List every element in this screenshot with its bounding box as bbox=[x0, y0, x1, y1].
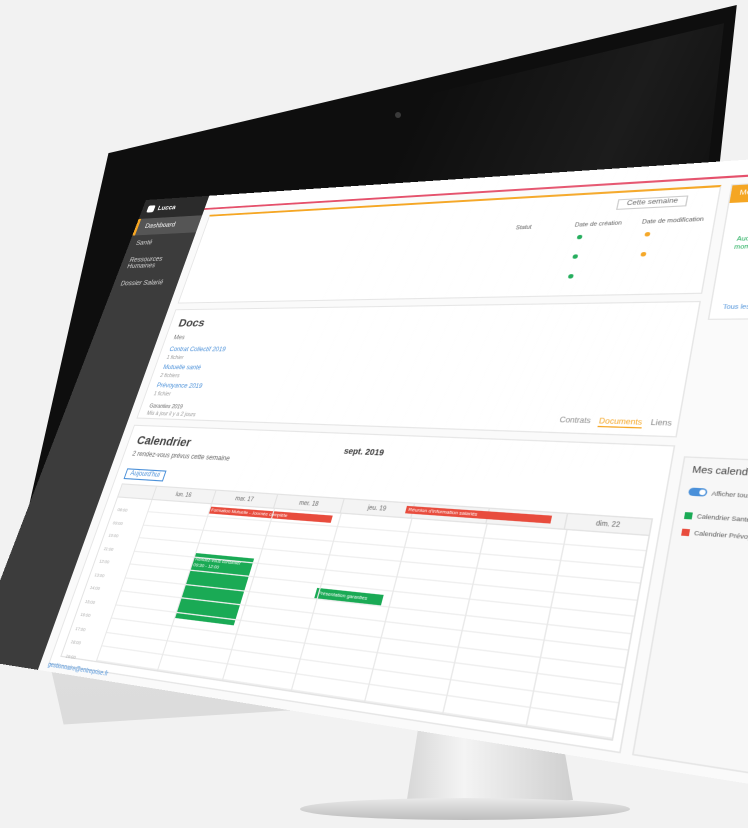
calendar-hour-label: 09:00 bbox=[112, 519, 124, 525]
calendar-color-swatch bbox=[684, 512, 693, 519]
date-filter-select[interactable]: Cette semaine bbox=[616, 195, 688, 209]
calendar-hour-label: 19:00 bbox=[65, 652, 77, 660]
documents-subtitle: Mes bbox=[173, 335, 186, 341]
document-meta: 1 fichier bbox=[166, 355, 185, 361]
status-dot bbox=[640, 252, 646, 257]
calendar-day-column bbox=[364, 519, 412, 702]
documents-tabs: Contrats Documents Liens bbox=[558, 417, 672, 429]
calendar-hour-label: 15:00 bbox=[84, 598, 96, 605]
calendar-event[interactable]: Présentation garanties bbox=[314, 588, 383, 606]
documents-title: Docs bbox=[177, 318, 207, 330]
calendar-color-swatch bbox=[681, 529, 690, 537]
tab-documents[interactable]: Documents bbox=[598, 418, 643, 428]
today-button[interactable]: Aujourd'hui bbox=[124, 468, 167, 481]
sidebar-item-dossier[interactable]: Dossier Salarié bbox=[110, 274, 181, 293]
calendar-hour-label: 14:00 bbox=[89, 584, 101, 591]
calendar-hour-label: 13:00 bbox=[94, 571, 106, 578]
messages-header: Messages importants bbox=[729, 178, 748, 203]
column-header: Date de création bbox=[574, 220, 622, 229]
document-link[interactable]: Contrat Collectif 2019 bbox=[168, 347, 226, 353]
calendar-list-item[interactable]: Calendrier Prévoyance bbox=[681, 529, 748, 542]
column-header: Statut bbox=[515, 224, 532, 231]
calendar-hour-line bbox=[106, 631, 619, 703]
documents-card: Docs Mes Contrat Collectif 2019 1 fichie… bbox=[136, 301, 701, 438]
calendar-hour-label: 11:00 bbox=[103, 545, 115, 552]
document-link[interactable]: Prévoyance 2019 bbox=[156, 383, 203, 390]
status-dot bbox=[577, 235, 583, 240]
status-dot bbox=[572, 254, 578, 259]
document-link[interactable]: Garanties 2019 bbox=[148, 403, 183, 410]
sidebar-item-rh[interactable]: Ressources Humaines bbox=[117, 250, 190, 276]
calendar-subtitle: 2 rendez-vous prévus cette semaine bbox=[131, 451, 230, 463]
show-all-toggle[interactable]: Afficher tous les calendriers bbox=[688, 488, 748, 502]
column-header: Date de modification bbox=[641, 216, 704, 225]
status-dot bbox=[644, 232, 650, 237]
document-meta: 2 fichiers bbox=[159, 373, 180, 379]
document-meta: 1 fichier bbox=[153, 391, 172, 398]
calendar-title: Calendrier bbox=[135, 434, 193, 449]
camera-icon bbox=[395, 112, 401, 118]
calendar-hour-label: 10:00 bbox=[108, 532, 120, 539]
calendar-hour-label: 08:00 bbox=[117, 507, 129, 513]
calendar-gutter bbox=[118, 484, 156, 498]
tab-contrats[interactable]: Contrats bbox=[558, 417, 591, 427]
calendar-list-label: Calendrier Santé bbox=[696, 513, 748, 523]
calendar-day-column bbox=[442, 524, 488, 713]
document-link[interactable]: Mutuelle santé bbox=[162, 365, 202, 371]
calendar-day-column bbox=[526, 530, 568, 726]
calendar-day-column bbox=[291, 514, 342, 691]
status-dot bbox=[568, 274, 574, 279]
toggle-label: Afficher tous les calendriers bbox=[711, 489, 748, 501]
document-meta: Mis à jour il y a 2 jours bbox=[146, 411, 197, 419]
calendar-range: sept. 2019 bbox=[343, 448, 385, 458]
tab-liens[interactable]: Liens bbox=[650, 420, 673, 430]
logo-icon bbox=[146, 205, 156, 212]
calendar-list-label: Calendrier Prévoyance bbox=[694, 530, 748, 542]
imac-stand-base bbox=[300, 798, 630, 820]
calendar-hour-label: 16:00 bbox=[80, 611, 92, 618]
calendars-title: Mes calendriers bbox=[691, 466, 748, 479]
all-messages-link[interactable]: Tous les messages bbox=[722, 303, 748, 311]
calendar-hour-label: 17:00 bbox=[75, 625, 87, 632]
calendar-hour-label: 12:00 bbox=[98, 558, 110, 565]
calendar-list-item[interactable]: Calendrier Santé bbox=[684, 512, 748, 523]
calendar-hour-label: 18:00 bbox=[70, 638, 82, 645]
toggle-switch[interactable] bbox=[688, 488, 708, 497]
messages-text: Aucun message important pour le moment. … bbox=[731, 232, 748, 261]
brand-name: Lucca bbox=[157, 204, 177, 211]
